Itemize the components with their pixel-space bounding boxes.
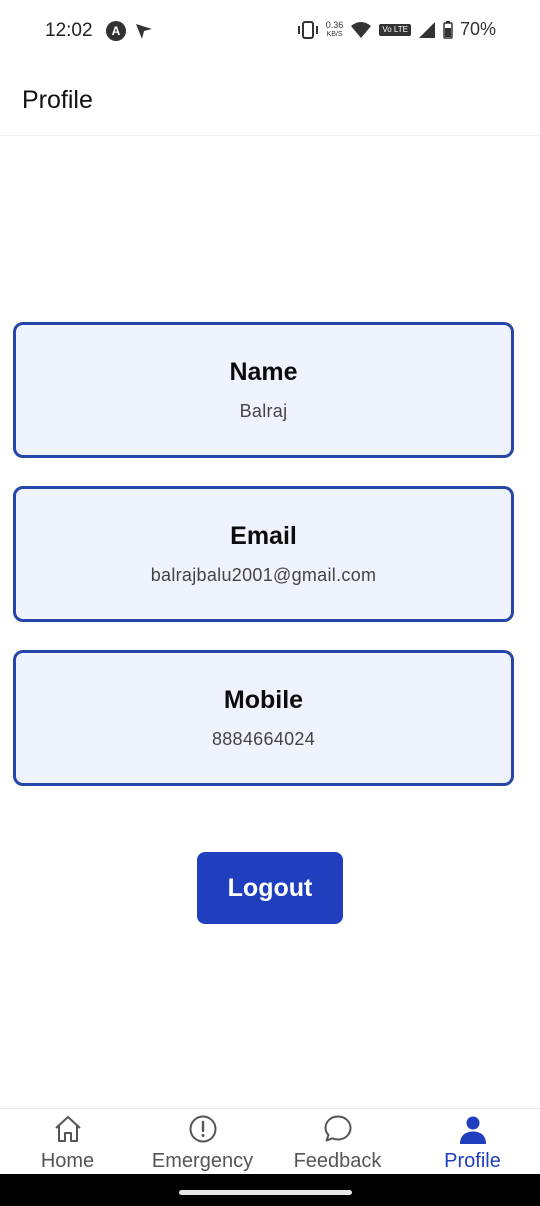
nav-item-home[interactable]: Home — [0, 1109, 135, 1174]
status-time: 12:02 — [45, 20, 93, 41]
nav-label-emergency: Emergency — [151, 1150, 254, 1172]
home-indicator[interactable] — [179, 1190, 352, 1195]
status-bar: 12:02 A 0.36 KB/S Vo LTE 70% — [0, 0, 540, 62]
battery-percent: 70% — [459, 19, 496, 39]
mobile-value: 8884664024 — [211, 729, 316, 749]
app-notification-icon: A — [106, 21, 126, 41]
logout-button[interactable]: Logout — [197, 852, 343, 924]
alert-circle-icon — [189, 1115, 216, 1143]
name-value: Balraj — [239, 401, 288, 421]
nav-label-home: Home — [40, 1150, 95, 1172]
battery-icon — [443, 20, 453, 39]
home-icon — [54, 1116, 81, 1142]
send-icon — [136, 24, 152, 39]
nav-item-emergency[interactable]: Emergency — [135, 1109, 270, 1174]
name-card: Name Balraj — [13, 322, 514, 458]
system-navigation-bar — [0, 1174, 540, 1206]
wifi-icon — [351, 21, 372, 38]
nav-item-feedback[interactable]: Feedback — [270, 1109, 405, 1174]
name-label: Name — [229, 358, 298, 386]
mobile-card: Mobile 8884664024 — [13, 650, 514, 786]
page-title: Profile — [22, 86, 93, 114]
network-speed: 0.36 KB/S — [325, 19, 344, 38]
user-icon — [459, 1116, 486, 1144]
nav-label-feedback: Feedback — [293, 1150, 382, 1172]
vibrate-icon — [297, 20, 318, 39]
nav-item-profile[interactable]: Profile — [405, 1109, 540, 1174]
email-value: balrajbalu2001@gmail.com — [150, 565, 377, 585]
app-header: Profile — [0, 62, 540, 136]
bottom-nav: Home Emergency Feedback Profile — [0, 1108, 540, 1174]
chat-bubble-icon — [324, 1115, 351, 1142]
volte-badge: Vo LTE — [379, 23, 411, 36]
email-card: Email balrajbalu2001@gmail.com — [13, 486, 514, 622]
nav-label-profile: Profile — [444, 1150, 501, 1172]
mobile-label: Mobile — [223, 686, 304, 714]
email-label: Email — [230, 522, 297, 550]
signal-icon — [418, 21, 435, 38]
